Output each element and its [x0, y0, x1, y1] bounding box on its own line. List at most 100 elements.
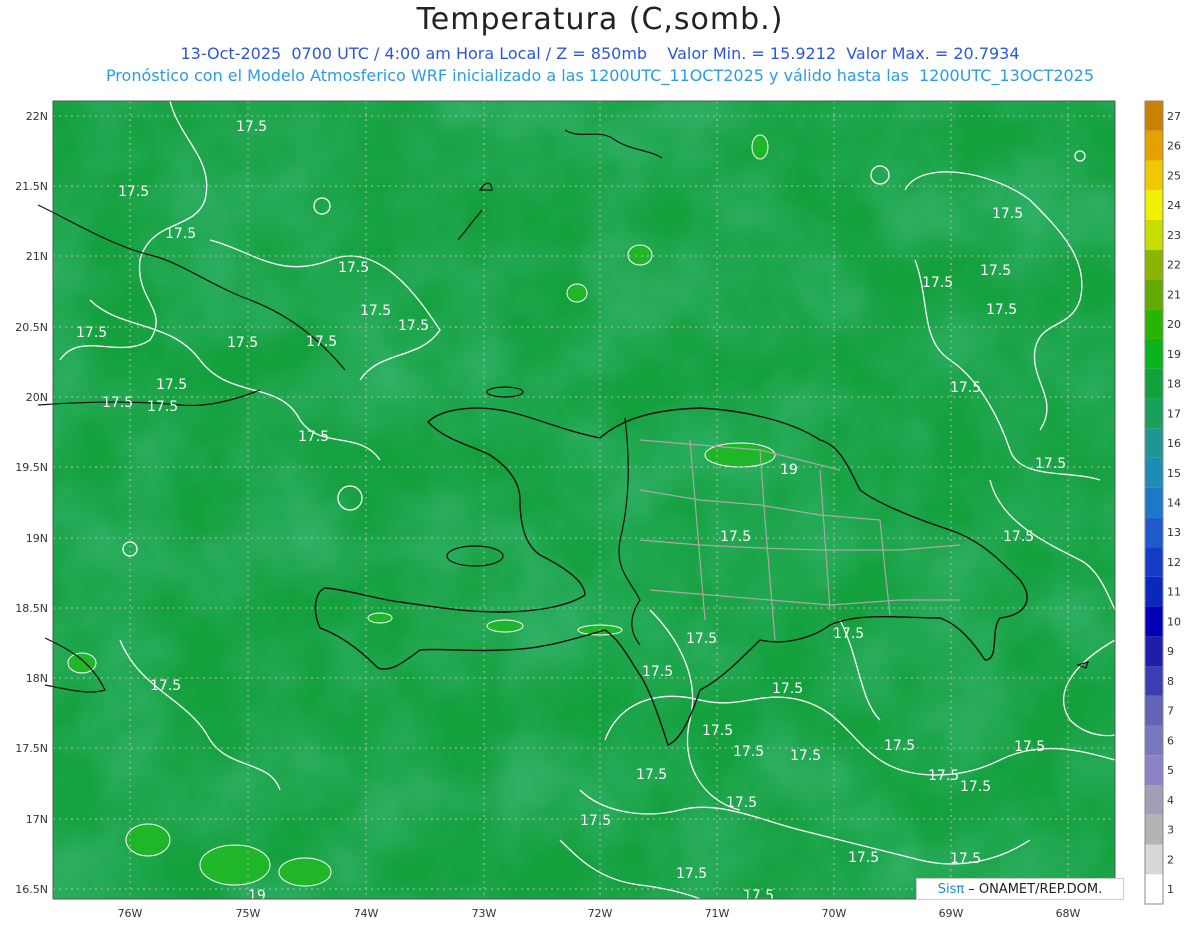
colorbar-label: 2	[1167, 853, 1174, 866]
colorbar-swatch	[1145, 368, 1163, 399]
colorbar: 1234567891011121314151617181920212223242…	[1144, 100, 1181, 905]
contour-label: 17.5	[150, 678, 181, 694]
colorbar-swatch	[1145, 844, 1163, 875]
lat-label: 19N	[26, 532, 48, 545]
colorbar-label: 6	[1167, 734, 1174, 747]
colorbar-swatch	[1145, 547, 1163, 577]
contour-label: 17.5	[980, 263, 1011, 279]
colorbar-swatch	[1145, 338, 1163, 369]
lon-label: 74W	[354, 907, 379, 920]
contour-label: 17.5	[848, 850, 879, 866]
contour-label: 19	[780, 462, 798, 478]
lon-label: 70W	[822, 907, 847, 920]
colorbar-swatch	[1145, 874, 1163, 904]
contour-label: 17.5	[720, 529, 751, 545]
colorbar-label: 5	[1167, 764, 1174, 777]
colorbar-label: 10	[1167, 615, 1181, 628]
contour-label: 17.5	[76, 325, 107, 341]
contour-label: 17.5	[580, 813, 611, 829]
longitude-labels: 76W 75W 74W 73W 72W 71W 70W 69W 68W	[118, 907, 1081, 920]
contour-label: 17.5	[702, 723, 733, 739]
colorbar-swatch	[1145, 755, 1163, 786]
colorbar-label: 25	[1167, 169, 1181, 182]
sispi-logo-text: Sisπ	[937, 881, 965, 897]
contour-label: 17.5	[298, 429, 329, 445]
colorbar-swatch	[1145, 517, 1163, 548]
colorbar-label: 17	[1167, 407, 1181, 420]
contour-label: 17.5	[118, 184, 149, 200]
colorbar-swatch	[1145, 160, 1163, 191]
contour-label: 17.5	[227, 335, 258, 351]
colorbar-label: 12	[1167, 556, 1181, 569]
contour-label: 17.5	[636, 767, 667, 783]
contour-label: 17.5	[338, 260, 369, 276]
colorbar-swatch	[1145, 219, 1163, 250]
temperature-map: 17.5 17.5 17.5 17.5 17.5 17.5 17.5 17.5 …	[15, 100, 1181, 920]
colorbar-swatch	[1145, 428, 1163, 458]
colorbar-swatch	[1145, 576, 1163, 607]
lon-label: 69W	[939, 907, 964, 920]
lon-label: 76W	[118, 907, 143, 920]
credit-text: – ONAMET/REP.DOM.	[968, 881, 1103, 897]
lat-label: 20N	[26, 391, 48, 404]
colorbar-label: 3	[1167, 824, 1174, 837]
contour-label: 17.5	[884, 738, 915, 754]
contour-label: 17.5	[360, 303, 391, 319]
credit-box: Sisπ – ONAMET/REP.DOM.	[916, 878, 1124, 900]
lon-label: 68W	[1056, 907, 1081, 920]
colorbar-label: 26	[1167, 140, 1181, 153]
contour-label: 17.5	[960, 779, 991, 795]
colorbar-label: 13	[1167, 526, 1181, 539]
contour-label: 17.5	[686, 631, 717, 647]
lat-label: 18N	[26, 672, 48, 685]
contour-label: 17.5	[726, 795, 757, 811]
lat-label: 17N	[26, 813, 48, 826]
colorbar-label: 11	[1167, 586, 1181, 599]
colorbar-swatch	[1145, 785, 1163, 815]
contour-label: 17.5	[1014, 739, 1045, 755]
colorbar-swatch	[1145, 606, 1163, 637]
colorbar-label: 24	[1167, 199, 1181, 212]
colorbar-label: 20	[1167, 318, 1181, 331]
contour-label: 17.5	[992, 206, 1023, 222]
colorbar-swatch	[1145, 249, 1163, 280]
colorbar-label: 4	[1167, 794, 1174, 807]
contour-label: 17.5	[398, 318, 429, 334]
contour-label: 17.5	[306, 334, 337, 350]
contour-label: 17.5	[147, 399, 178, 415]
lon-label: 73W	[472, 907, 497, 920]
colorbar-label: 23	[1167, 229, 1181, 242]
colorbar-swatch	[1145, 695, 1163, 726]
contour-label: 17.5	[743, 888, 774, 904]
colorbar-label: 8	[1167, 675, 1174, 688]
lon-label: 75W	[236, 907, 261, 920]
colorbar-swatch	[1145, 130, 1163, 161]
colorbar-swatch	[1145, 636, 1163, 667]
colorbar-swatch	[1145, 279, 1163, 310]
contour-label: 17.5	[950, 380, 981, 396]
colorbar-label: 27	[1167, 110, 1181, 123]
lat-label: 17.5N	[15, 742, 48, 755]
colorbar-swatch	[1145, 398, 1163, 429]
contour-label: 17.5	[156, 377, 187, 393]
colorbar-swatch	[1145, 190, 1163, 220]
lon-label: 72W	[588, 907, 613, 920]
contour-label: 17.5	[790, 748, 821, 764]
contour-label: 17.5	[772, 681, 803, 697]
contour-label: 17.5	[833, 626, 864, 642]
contour-label: 17.5	[1035, 456, 1066, 472]
colorbar-swatch	[1145, 101, 1163, 131]
colorbar-label: 21	[1167, 288, 1181, 301]
lat-label: 21N	[26, 250, 48, 263]
contour-label: 17.5	[1003, 529, 1034, 545]
contour-label: 17.5	[236, 119, 267, 135]
colorbar-label: 19	[1167, 348, 1181, 361]
lat-label: 20.5N	[15, 321, 48, 334]
colorbar-label: 14	[1167, 497, 1181, 510]
lat-label: 18.5N	[15, 602, 48, 615]
colorbar-label: 18	[1167, 378, 1181, 391]
colorbar-label: 7	[1167, 705, 1174, 718]
colorbar-swatch	[1145, 666, 1163, 696]
colorbar-swatch	[1145, 309, 1163, 339]
lon-label: 71W	[705, 907, 730, 920]
